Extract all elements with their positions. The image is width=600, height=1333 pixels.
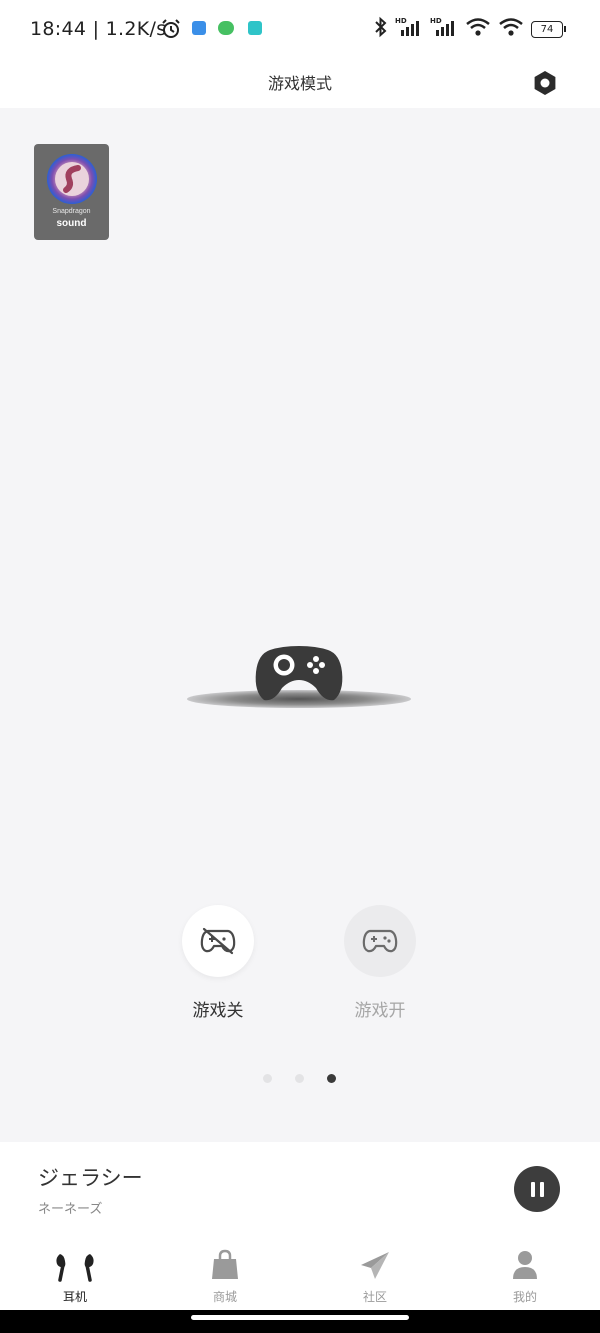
nav-label: 耳机 [62,1290,87,1304]
settings-hexagon-icon [534,71,556,95]
app-notification-icon [192,21,206,35]
nav-label: 社区 [362,1290,387,1304]
game-mode-off-button[interactable] [182,905,254,977]
bottom-nav: 耳机 商城 社区 我的 [0,1234,600,1310]
nav-item-earbuds[interactable]: 耳机 [0,1234,150,1310]
battery-icon: 74 [531,20,566,38]
wifi-icon [498,16,524,42]
shopping-bag-icon [212,1249,238,1279]
game-mode-off-label: 游戏关 [192,1001,244,1021]
game-mode-on-button[interactable] [344,905,416,977]
brand-text: Snapdragon [52,208,91,215]
snapdragon-logo [47,154,97,204]
now-playing-bar[interactable]: ジェラシー ネーネーズ [0,1142,600,1234]
gamepad-disabled-icon [200,927,236,955]
alarm-icon [160,18,182,44]
app-notification-icon [248,21,262,35]
brand-text: sound [56,218,87,229]
signal-icon: HD [395,16,423,42]
home-indicator[interactable] [191,1315,409,1320]
song-title: ジェラシー [38,1166,143,1190]
wechat-icon [218,21,234,35]
signal-icon: HD [430,16,458,42]
earbuds-icon [56,1254,94,1282]
gamepad-icon [362,929,398,953]
bluetooth-icon [374,16,388,42]
pause-button[interactable] [514,1166,560,1212]
nav-item-store[interactable]: 商城 [150,1234,300,1310]
pause-icon [539,1181,544,1197]
page-indicator-dot-active [327,1074,336,1083]
svg-text:HD: HD [430,17,442,25]
nav-item-community[interactable]: 社区 [300,1234,450,1310]
pause-icon [530,1181,535,1197]
page-indicator-dot [295,1074,304,1083]
settings-button[interactable] [528,66,562,100]
paper-plane-icon [361,1252,389,1279]
nav-item-profile[interactable]: 我的 [450,1234,600,1310]
nav-label: 我的 [512,1290,537,1304]
svg-text:HD: HD [395,17,407,25]
page-indicator-dot [263,1074,272,1083]
header: 游戏模式 [0,60,600,108]
game-controller-illustration [186,638,412,712]
status-bar: 18:44 | 1.2K/s HD HD 74 [0,0,600,60]
snapdragon-sound-badge: Snapdragon sound [34,144,109,240]
status-icons: HD HD 74 [374,16,566,42]
gesture-bar-area [0,1310,600,1333]
page-title: 游戏模式 [267,74,332,93]
status-time-speed: 18:44 | 1.2K/s [30,18,167,40]
nav-label: 商城 [212,1290,237,1304]
song-artist: ネーネーズ [38,1202,103,1217]
wifi-icon [465,16,491,42]
game-mode-on-label: 游戏开 [354,1001,406,1021]
person-icon [513,1251,537,1279]
